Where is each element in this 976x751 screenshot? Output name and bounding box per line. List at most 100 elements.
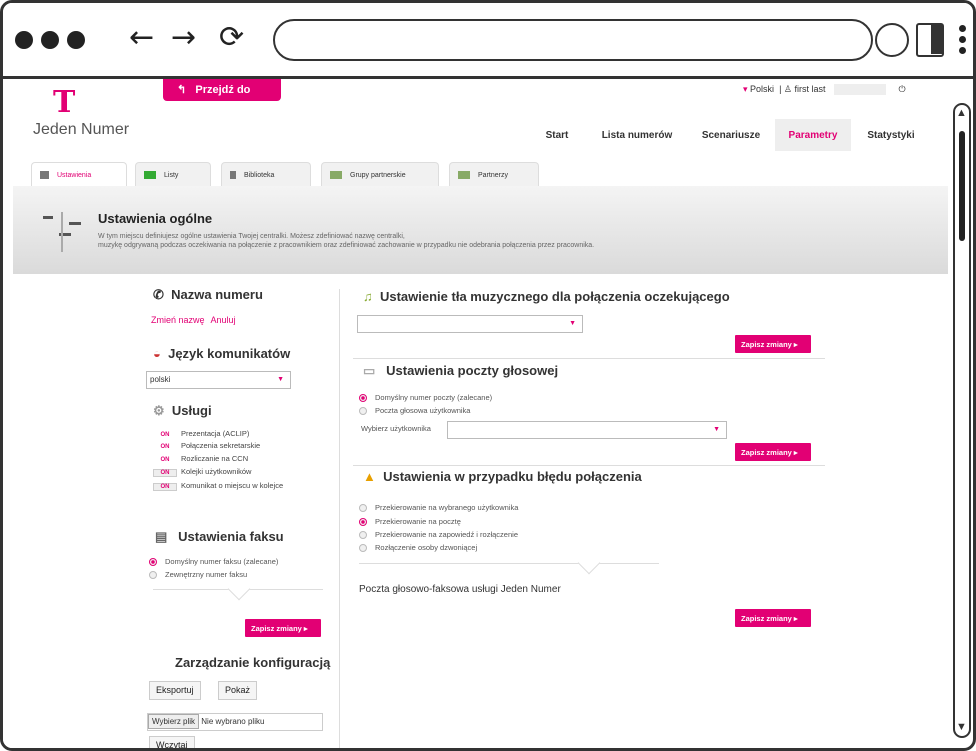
voicemail-heading: ▭ Ustawienia poczty głosowej [363, 363, 558, 379]
on-toggle[interactable]: ON [153, 483, 177, 491]
tab-library[interactable]: Biblioteka [221, 162, 311, 186]
general-settings-banner [13, 186, 948, 274]
save-fax-button[interactable]: Zapisz zmiany ▸ [245, 619, 321, 637]
user-extra-field [834, 84, 887, 96]
user-select[interactable]: ▼ [447, 421, 727, 439]
scroll-up-icon[interactable]: ▲ [956, 107, 967, 119]
number-name-heading: ✆ Nazwa numeru [153, 287, 263, 303]
tab-lists[interactable]: Listy [135, 162, 211, 186]
error-option[interactable]: Rozłączenie osoby dzwoniącej [359, 543, 477, 553]
chevron-down-icon: ▼ [277, 376, 284, 383]
config-heading: Zarządzanie konfiguracją [175, 655, 331, 670]
radio-unchecked[interactable] [359, 544, 367, 553]
back-arrow-icon[interactable]: ← [129, 23, 154, 53]
on-badge[interactable]: ON [153, 432, 177, 438]
heading-text: Ustawienie tła muzycznego dla połączenia… [379, 289, 730, 304]
menu-dot-icon[interactable] [959, 36, 966, 43]
save-error-button[interactable]: Zapisz zmiany ▸ [735, 609, 811, 627]
show-button[interactable]: Pokaż [218, 681, 258, 700]
nav-number-list[interactable]: Lista numerów [591, 119, 683, 151]
radio-checked[interactable] [359, 518, 367, 527]
radio-checked[interactable] [149, 558, 157, 567]
nav-statistics[interactable]: Statystyki [851, 119, 931, 151]
choose-file-button[interactable]: Wybierz plik [148, 714, 200, 729]
fax-mail-text: Poczta głosowo-faksowa usługi Jeden Nume… [359, 584, 561, 595]
scroll-thumb[interactable] [959, 131, 965, 241]
option-label: Przekierowanie na zapowiedź i rozłączeni… [375, 530, 518, 539]
option-label: Poczta głosowa użytkownika [375, 406, 471, 415]
user-name[interactable]: first last [795, 84, 826, 94]
scroll-down-icon[interactable]: ▼ [956, 721, 967, 733]
heading-text: Ustawienia w przypadku błędu połączenia [383, 469, 642, 484]
reload-icon[interactable]: ⟳ [219, 23, 244, 53]
window-dot-icon[interactable] [15, 31, 33, 49]
radio-unchecked[interactable] [359, 407, 367, 416]
service-row[interactable]: ON Prezentacja (ACLIP) [153, 429, 250, 438]
export-button[interactable]: Eksportuj [149, 681, 201, 700]
language-select[interactable]: polski ▼ [146, 371, 291, 389]
goto-button[interactable]: ↰ Przejdź do [163, 79, 281, 101]
on-badge[interactable]: ON [153, 444, 177, 450]
load-button[interactable]: Wczytaj [149, 736, 195, 748]
window-dot-icon[interactable] [67, 31, 85, 49]
tab-label: Biblioteka [244, 171, 275, 179]
chevron-down-icon: ▼ [569, 320, 576, 327]
cancel-link[interactable]: Anuluj [211, 315, 236, 325]
radio-unchecked[interactable] [359, 531, 367, 540]
chevron-down-icon: ▼ [713, 426, 720, 433]
save-voicemail-button[interactable]: Zapisz zmiany ▸ [735, 443, 811, 461]
browser-window: ← → ⟳ T Jeden Numer ↰ Przejdź do ▾ Polsk… [0, 0, 976, 751]
nav-scenarios[interactable]: Scenariusze [691, 119, 771, 151]
page-title: Ustawienia ogólne [98, 211, 213, 226]
tab-settings[interactable]: Ustawienia [31, 162, 127, 186]
voicemail-option[interactable]: Poczta głosowa użytkownika [359, 406, 471, 416]
fax-option[interactable]: Zewnętrzny numer faksu [149, 570, 247, 580]
music-select[interactable]: ▼ [357, 315, 583, 333]
window-dot-icon[interactable] [41, 31, 59, 49]
service-row[interactable]: ON Kolejki użytkowników [153, 467, 251, 477]
tab-partners[interactable]: Partnerzy [449, 162, 539, 186]
menu-dot-icon[interactable] [959, 25, 966, 32]
on-badge[interactable]: ON [153, 457, 177, 463]
error-option[interactable]: Przekierowanie na zapowiedź i rozłączeni… [359, 530, 518, 540]
column-divider [339, 289, 340, 748]
language-heading: ◒ Język komunikatów [153, 346, 290, 361]
menu-dot-icon[interactable] [959, 47, 966, 54]
rename-link[interactable]: Zmień nazwę [151, 315, 205, 325]
goto-label: Przejdź do [195, 84, 251, 96]
tab-partner-groups[interactable]: Grupy partnerskie [321, 162, 439, 186]
file-input[interactable]: Wybierz plik Nie wybrano pliku [147, 713, 323, 731]
nav-parameters[interactable]: Parametry [775, 119, 851, 151]
option-label: Domyślny numer poczty (zalecane) [375, 393, 493, 402]
error-option[interactable]: Przekierowanie na pocztę [359, 517, 461, 527]
fax-option[interactable]: Domyślny numer faksu (zalecane) [149, 557, 278, 567]
heading-text: Nazwa numeru [171, 287, 263, 302]
voicemail-option[interactable]: Domyślny numer poczty (zalecane) [359, 393, 493, 403]
phone-icon: ✆ [153, 287, 164, 302]
address-bar[interactable] [273, 19, 873, 61]
circle-icon[interactable] [875, 23, 909, 57]
on-toggle[interactable]: ON [153, 469, 177, 477]
save-music-button[interactable]: Zapisz zmiany ▸ [735, 335, 811, 353]
service-row[interactable]: ON Połączenia sekretarskie [153, 441, 261, 450]
service-row[interactable]: ON Komunikat o miejscu w kolejce [153, 481, 283, 491]
divider-notch [227, 577, 251, 601]
service-row[interactable]: ON Rozliczanie na CCN [153, 454, 249, 463]
web-page: T Jeden Numer ↰ Przejdź do ▾ Polski | ♙ … [3, 79, 953, 748]
radio-unchecked[interactable] [149, 571, 157, 580]
divider-notch [577, 551, 601, 575]
choose-user-label: Wybierz użytkownika [361, 424, 431, 433]
radio-unchecked[interactable] [359, 504, 367, 513]
radio-checked[interactable] [359, 394, 367, 403]
page-description: muzykę odgrywaną podczas oczekiwania na … [98, 242, 595, 249]
library-icon [230, 171, 236, 179]
warning-icon: ▲ [363, 469, 376, 484]
power-icon[interactable]: ⏻ [899, 84, 906, 94]
group-icon [330, 171, 342, 179]
service-label: Rozliczanie na CCN [181, 454, 249, 463]
language-link[interactable]: Polski [750, 84, 774, 94]
error-option[interactable]: Przekierowanie na wybranego użytkownika [359, 503, 518, 513]
forward-arrow-icon[interactable]: → [171, 23, 196, 53]
sidebar-toggle-icon[interactable] [916, 23, 944, 57]
nav-start[interactable]: Start [533, 119, 581, 151]
